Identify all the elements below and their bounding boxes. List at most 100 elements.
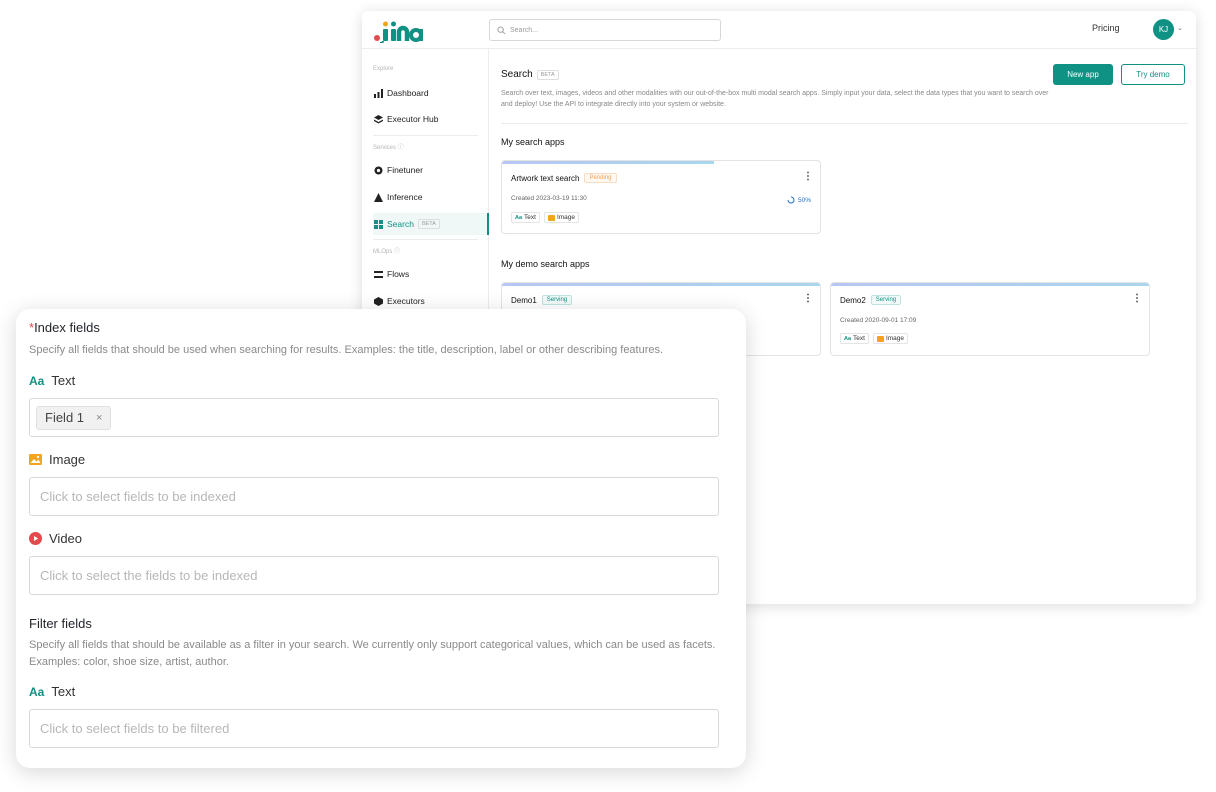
text-type-icon: Aa <box>844 335 852 342</box>
search-grid-icon <box>373 219 383 229</box>
chevron-down-icon[interactable]: ⌄ <box>1177 24 1183 32</box>
tag-label: Text <box>524 214 536 221</box>
created-date: Created 2020-09-01 17:09 <box>840 317 917 324</box>
app-name: Demo2 <box>840 295 866 305</box>
video-section-label: Video <box>29 531 82 546</box>
progress-text: 50% <box>798 196 812 204</box>
executors-icon <box>373 296 383 306</box>
filter-fields-select[interactable]: Click to select fields to be filtered <box>29 709 719 748</box>
search-input[interactable]: Search... <box>489 19 721 41</box>
sidebar-divider <box>373 135 478 136</box>
image-label: Image <box>49 452 86 467</box>
text-label: Text <box>51 373 76 388</box>
status-badge: Serving <box>541 295 573 305</box>
filter-fields-title: Filter fields <box>29 616 92 631</box>
index-fields-title-text: Index fields <box>34 320 100 335</box>
flows-icon <box>373 269 383 279</box>
status-badge: Pending <box>584 173 617 183</box>
demo-app-card[interactable]: Demo2 Serving ⋮ Created 2020-09-01 17:09… <box>830 282 1150 356</box>
search-placeholder: Search... <box>510 26 539 34</box>
sidebar-section-explore: Explore <box>373 66 394 72</box>
sidebar-item-label: Executor Hub <box>387 114 439 124</box>
beta-badge: BETA <box>417 219 440 229</box>
sidebar-item-inference[interactable]: Inference <box>373 186 489 208</box>
sidebar-item-search[interactable]: Search BETA <box>373 213 489 235</box>
top-bar: Search... Pricing KJ ⌄ <box>362 11 1196 49</box>
card-tags: Aa Text Image <box>511 212 580 223</box>
my-demo-search-apps-title: My demo search apps <box>501 259 590 269</box>
sidebar-item-dashboard[interactable]: Dashboard <box>373 82 489 104</box>
chip-label: Field 1 <box>45 410 85 425</box>
field-chip: Field 1 × <box>36 405 112 430</box>
video-label: Video <box>49 531 83 546</box>
sidebar-divider <box>373 239 478 240</box>
sidebar-section-services: Services ⓘ <box>373 145 404 151</box>
app-name: Artwork text search <box>511 173 580 183</box>
new-app-button[interactable]: New app <box>1053 64 1113 85</box>
progress-indicator: 50% <box>787 196 811 204</box>
sidebar-item-label: Search <box>387 219 414 229</box>
pricing-link[interactable]: Pricing <box>1092 23 1120 33</box>
text-type-icon: Aa <box>515 214 523 221</box>
sidebar-item-label: Flows <box>387 269 410 279</box>
tag-label: Text <box>853 335 865 342</box>
text-fields-select[interactable]: Field 1 × <box>29 398 719 437</box>
sidebar-item-label: Inference <box>387 192 423 202</box>
video-play-icon <box>29 532 42 545</box>
close-icon[interactable]: × <box>96 412 102 424</box>
tag-image: Image <box>543 212 580 223</box>
sidebar-item-flows[interactable]: Flows <box>373 263 489 285</box>
app-name: Demo1 <box>511 295 537 305</box>
image-icon <box>29 454 42 465</box>
image-fields-select[interactable]: Click to select fields to be indexed <box>29 477 719 516</box>
index-fields-description: Specify all fields that should be used w… <box>29 344 664 356</box>
sidebar-item-executor-hub[interactable]: Executor Hub <box>373 108 489 130</box>
text-type-icon: Aa <box>29 684 45 699</box>
filter-fields-description: Specify all fields that should be availa… <box>29 639 716 668</box>
card-title: Demo2 Serving <box>840 295 902 305</box>
text-type-icon: Aa <box>29 373 45 388</box>
image-fields-placeholder: Click to select fields to be indexed <box>40 489 236 504</box>
card-title: Demo1 Serving <box>511 295 573 305</box>
sidebar-item-label: Dashboard <box>387 88 429 98</box>
search-icon <box>497 25 506 34</box>
bar-chart-icon <box>373 88 383 98</box>
filter-text-label: Text <box>51 684 76 699</box>
try-demo-button[interactable]: Try demo <box>1121 64 1185 85</box>
filter-text-section-label: Aa Text <box>29 684 75 699</box>
filter-fields-placeholder: Click to select fields to be filtered <box>40 721 230 736</box>
jina-logo[interactable] <box>374 19 428 43</box>
spinner-icon <box>787 196 795 204</box>
page-title-text: Search <box>501 69 533 80</box>
sidebar-section-mlops: MLOps ⓘ <box>373 249 401 255</box>
divider <box>501 123 1188 124</box>
tag-image: Image <box>872 333 909 344</box>
search-app-card[interactable]: Artwork text search Pending ⋮ Created 20… <box>501 160 821 234</box>
page-description: Search over text, images, videos and oth… <box>501 90 1049 108</box>
avatar[interactable]: KJ <box>1153 19 1174 40</box>
tag-text: Aa Text <box>840 333 869 344</box>
sidebar-item-finetuner[interactable]: Finetuner <box>373 159 489 181</box>
hub-icon <box>373 114 383 124</box>
image-icon <box>876 335 884 342</box>
card-accent-bar <box>502 283 820 286</box>
index-fields-panel: *Index fields Specify all fields that sh… <box>16 309 746 768</box>
tag-label: Image <box>885 335 905 342</box>
card-title: Artwork text search Pending <box>511 173 617 183</box>
more-options-icon[interactable]: ⋮ <box>803 171 813 182</box>
image-icon <box>547 214 555 221</box>
video-fields-select[interactable]: Click to select the fields to be indexed <box>29 556 719 595</box>
index-fields-title: *Index fields <box>29 320 100 335</box>
status-badge: Serving <box>870 295 902 305</box>
text-section-label: Aa Text <box>29 373 75 388</box>
tag-label: Image <box>556 214 576 221</box>
created-date: Created 2023-03-19 11:30 <box>511 195 587 202</box>
video-fields-placeholder: Click to select the fields to be indexed <box>40 568 258 583</box>
tag-text: Aa Text <box>511 212 540 223</box>
page-title: Search BETA <box>501 69 559 80</box>
image-section-label: Image <box>29 452 85 467</box>
inference-icon <box>373 192 383 202</box>
more-options-icon[interactable]: ⋮ <box>1132 293 1142 304</box>
card-tags: Aa Text Image <box>840 333 909 344</box>
more-options-icon[interactable]: ⋮ <box>803 293 813 304</box>
